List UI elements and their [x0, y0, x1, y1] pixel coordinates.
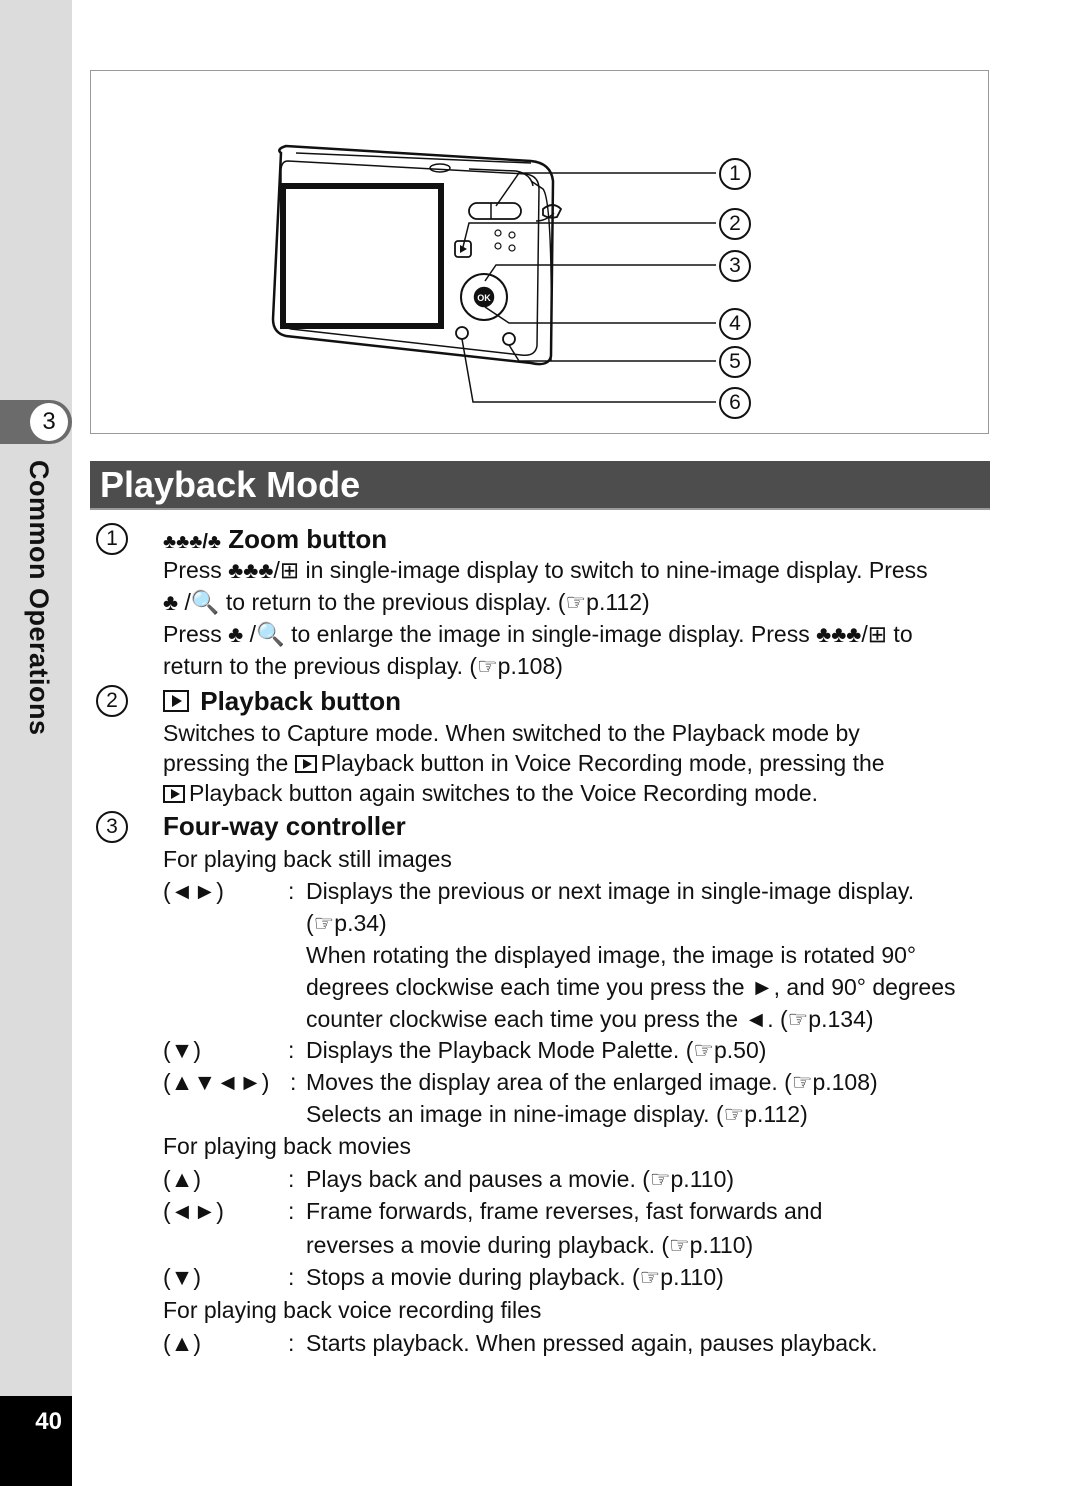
playback-icon: [163, 785, 185, 803]
playback-button-heading: Playback button: [200, 686, 402, 716]
row-text: Displays the previous or next image in s…: [306, 878, 915, 904]
zoom-desc-line: Press ♣♣♣/⊞ in single-image display to s…: [163, 557, 928, 583]
key-left-right: (◄►): [163, 1198, 224, 1224]
playback-icon: [163, 690, 189, 712]
row-text: Plays back and pauses a movie. (☞p.110): [306, 1166, 735, 1192]
playback-icon: [294, 755, 317, 773]
section-title: Playback Mode: [100, 464, 361, 505]
item-heading-zoom: ♣♣♣/♣ Zoom button: [163, 524, 387, 555]
key-four-way: (▲▼◄►): [163, 1069, 270, 1095]
row-text: Frame forwards, frame reverses, fast for…: [306, 1198, 823, 1224]
key-down: (▼): [163, 1037, 202, 1063]
callout-5: 5: [719, 346, 751, 378]
key-left-right: (◄►): [163, 878, 224, 904]
group-title-voice: For playing back voice recording files: [163, 1297, 542, 1323]
row-text: (☞p.34): [306, 910, 387, 936]
item-heading-playback: Playback button: [163, 686, 401, 717]
colon: :: [288, 1198, 295, 1224]
callout-3: 3: [719, 250, 751, 282]
callout-4: 4: [719, 308, 751, 340]
row-text: Stops a movie during playback. (☞p.110): [306, 1264, 724, 1290]
colon: :: [288, 1037, 295, 1063]
key-up: (▲): [163, 1330, 202, 1356]
zoom-wide-tele-icon: ♣♣♣/♣: [163, 531, 222, 553]
camera-figure: OK 1 2 3 4 5 6: [90, 70, 989, 434]
row-text: degrees clockwise each time you press th…: [306, 974, 956, 1000]
ok-label: OK: [477, 293, 491, 303]
group-title-movies: For playing back movies: [163, 1133, 411, 1159]
page-number: 40: [35, 1408, 62, 1435]
key-down: (▼): [163, 1264, 202, 1290]
callout-6: 6: [719, 387, 751, 419]
row-text: Moves the display area of the enlarged i…: [306, 1069, 878, 1095]
item-number-1: 1: [96, 523, 128, 555]
zoom-button-heading: Zoom button: [228, 524, 388, 554]
chapter-title: Common Operations: [24, 460, 54, 736]
row-text: reverses a movie during playback. (☞p.11…: [306, 1232, 754, 1258]
row-text: Starts playback. When pressed again, pau…: [306, 1330, 878, 1356]
callout-2: 2: [719, 208, 751, 240]
playback-desc-line: Switches to Capture mode. When switched …: [163, 720, 860, 746]
playback-desc-line: Playback button again switches to the Vo…: [163, 778, 818, 808]
item-number-2: 2: [96, 685, 128, 717]
zoom-desc-line: return to the previous display. (☞p.108): [163, 653, 563, 679]
callout-1: 1: [719, 158, 751, 190]
colon: :: [290, 1069, 297, 1095]
zoom-desc-line: Press ♣ /🔍 to enlarge the image in singl…: [163, 621, 913, 647]
colon: :: [288, 878, 295, 904]
colon: :: [288, 1330, 295, 1356]
zoom-desc-line: ♣ /🔍 to return to the previous display. …: [163, 589, 650, 615]
four-way-controller-heading: Four-way controller: [163, 811, 406, 841]
group-title-still: For playing back still images: [163, 846, 452, 872]
row-text: Displays the Playback Mode Palette. (☞p.…: [306, 1037, 767, 1063]
row-text: Selects an image in nine-image display. …: [306, 1101, 808, 1127]
playback-desc-line: pressing the Playback button in Voice Re…: [163, 750, 885, 776]
row-text: When rotating the displayed image, the i…: [306, 942, 917, 968]
colon: :: [288, 1264, 295, 1290]
camera-illustration: OK: [271, 144, 716, 403]
lcd-screen: [280, 183, 444, 329]
key-up: (▲): [163, 1166, 202, 1192]
chapter-number: 3: [30, 403, 68, 441]
item-number-3: 3: [96, 811, 128, 843]
colon: :: [288, 1166, 295, 1192]
chapter-sidebar: [0, 0, 72, 1486]
row-text: counter clockwise each time you press th…: [306, 1006, 874, 1032]
